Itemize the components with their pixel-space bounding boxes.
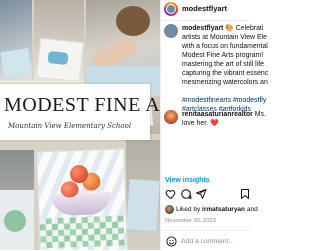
caption-text: mesmerizing watercolors an bbox=[182, 79, 268, 86]
caption-line bbox=[182, 87, 254, 96]
still-life-painting bbox=[36, 148, 128, 250]
caption-line: capturing the vibrant essenc bbox=[182, 69, 268, 78]
add-comment-bar bbox=[161, 230, 251, 251]
share-icon[interactable] bbox=[195, 188, 207, 200]
caption-author[interactable]: modestflyart bbox=[182, 25, 223, 32]
bookmark-icon[interactable] bbox=[239, 188, 251, 200]
post-actions bbox=[161, 188, 251, 202]
caption-line: #modestfinearts #modestfly bbox=[182, 96, 266, 105]
caption-text bbox=[182, 88, 184, 95]
photo-watercolor-top-center bbox=[34, 0, 84, 80]
liked-by: Liked by irmatsaturyan and bbox=[176, 206, 258, 213]
caption-text: Modest Fine Arts program! bbox=[182, 52, 264, 59]
caption-line: modestflyart 🎨 Celebrati bbox=[182, 24, 263, 33]
caption-line: mesmerizing watercolors an bbox=[182, 78, 268, 87]
account-handle[interactable]: modestflyart bbox=[182, 4, 227, 13]
caption-avatar[interactable] bbox=[164, 24, 178, 38]
post-image-collage[interactable]: MODEST FINE ART Mountain View Elementary… bbox=[0, 0, 160, 250]
photo-student-bottom-left bbox=[0, 150, 34, 250]
caption-hashtags[interactable]: #modestfinearts #modestfly bbox=[182, 97, 266, 104]
bowl-shape bbox=[50, 191, 112, 217]
emoji-icon[interactable] bbox=[166, 236, 177, 247]
post-header: modestflyart bbox=[161, 0, 251, 21]
post-details-panel: modestflyart modestflyart 🎨 Celebrati art… bbox=[160, 0, 268, 251]
caption-line: artists at Mountain View Ele bbox=[182, 33, 267, 42]
caption-text: capturing the vibrant essenc bbox=[182, 70, 269, 77]
account-avatar[interactable] bbox=[164, 2, 178, 16]
banner-subtitle: Mountain View Elementary School bbox=[8, 122, 132, 130]
modest-fine-art-banner: MODEST FINE ART Mountain View Elementary… bbox=[0, 84, 160, 140]
caption-text: with a focus on fundamental bbox=[182, 43, 268, 50]
comment-icon[interactable] bbox=[180, 188, 192, 200]
banner-title: MODEST FINE ART bbox=[4, 94, 160, 116]
comment-text: Ms. bbox=[252, 111, 266, 118]
photo-student-painting-top-right bbox=[86, 0, 160, 96]
view-insights-link[interactable]: View insights bbox=[165, 177, 210, 184]
caption-text: artists at Mountain View Ele bbox=[182, 34, 267, 41]
comment-text-line2: love her. bbox=[182, 120, 210, 127]
liked-by-user[interactable]: irmatsaturyan bbox=[202, 206, 245, 213]
post-caption: modestflyart 🎨 Celebrati artists at Mount… bbox=[182, 24, 268, 114]
post-date[interactable]: November 30, 2023 bbox=[165, 218, 216, 224]
commenter-avatar[interactable] bbox=[164, 110, 178, 124]
heart-icon[interactable] bbox=[165, 188, 177, 200]
checkered-cloth bbox=[39, 215, 125, 249]
heart-emoji: ❤️ bbox=[209, 120, 219, 127]
liked-by-prefix: Liked by bbox=[176, 206, 203, 213]
photo-student-bottom-right bbox=[126, 140, 160, 250]
add-comment-input[interactable] bbox=[181, 235, 247, 247]
liked-by-suffix[interactable]: and bbox=[245, 206, 258, 213]
caption-line: with a focus on fundamental bbox=[182, 42, 268, 51]
liker-avatar[interactable] bbox=[165, 205, 174, 214]
caption-line: Modest Fine Arts program! bbox=[182, 51, 263, 60]
comment: renitaasaturianrealtor Ms. love her. ❤️ bbox=[182, 110, 266, 128]
caption-text: 🎨 Celebrati bbox=[223, 25, 264, 32]
photo-student-painting-top-left bbox=[0, 0, 32, 80]
caption-line: mastering the art of still life bbox=[182, 60, 264, 69]
caption-text: mastering the art of still life bbox=[182, 61, 264, 68]
comment-author[interactable]: renitaasaturianrealtor bbox=[182, 111, 253, 118]
